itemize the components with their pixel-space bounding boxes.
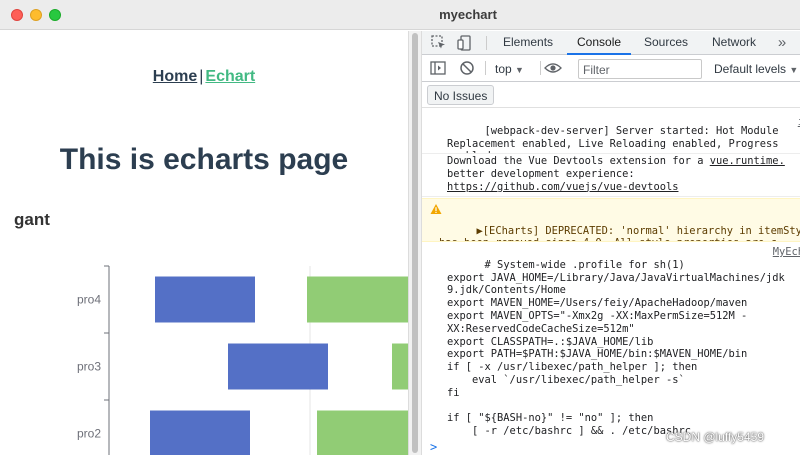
gantt-chart: pro4 pro3 pro2 (77, 265, 408, 455)
clear-console-icon[interactable] (458, 59, 476, 77)
console-message[interactable]: Download the Vue Devtools extension for … (422, 155, 800, 197)
message-source-link[interactable]: MyEch (773, 246, 800, 259)
console-message[interactable]: # System-wide .profile for sh(1) export … (422, 246, 800, 438)
inspect-element-icon[interactable] (430, 34, 448, 52)
gantt-bar (317, 410, 408, 455)
watermark: CSDN @luffy5459 (666, 430, 765, 444)
gantt-bar (150, 410, 250, 455)
tab-sources[interactable]: Sources (644, 35, 688, 49)
gantt-bar (155, 276, 255, 323)
tab-console[interactable]: Console (577, 35, 621, 49)
active-tab-indicator (567, 53, 631, 55)
eye-icon[interactable] (544, 59, 562, 77)
device-toolbar-icon[interactable] (456, 34, 474, 52)
console-warning[interactable]: ▶[ECharts] DEPRECATED: 'normal' hierarch… (422, 198, 800, 242)
devtools-panel: Elements Console Sources Network » top ▼… (422, 31, 800, 455)
chevron-double-right-icon[interactable]: » (773, 34, 791, 52)
log-levels-label: Default levels (714, 62, 787, 76)
toolbar-divider (540, 61, 541, 75)
message-text: # System-wide .profile for sh(1) export … (447, 258, 785, 438)
message-text: Download the Vue Devtools extension for … (447, 155, 710, 167)
chevron-down-icon: ▼ (789, 65, 799, 75)
console-toolbar: top ▼ Filter Default levels ▼ (422, 56, 800, 82)
no-issues-button[interactable]: No Issues (427, 85, 495, 105)
y-axis-label: pro4 (77, 293, 101, 307)
console-messages: [webpack-dev-server] Server started: Hot… (422, 109, 800, 455)
scrollbar-thumb[interactable] (412, 33, 418, 453)
chevron-down-icon: ▼ (515, 65, 524, 75)
tab-divider (486, 36, 487, 50)
console-prompt[interactable]: > (430, 441, 437, 454)
issues-bar: No Issues (422, 83, 800, 108)
toolbar-divider (485, 61, 486, 75)
gantt-bar (392, 343, 408, 390)
gantt-bar (307, 276, 408, 323)
window-title: myechart (439, 7, 497, 22)
vue-devtools-link[interactable]: https://github.com/vuejs/vue-devtools (447, 181, 678, 193)
log-levels-dropdown[interactable]: Default levels ▼ (714, 62, 798, 76)
message-text: [webpack-dev-server] Server started: Hot… (447, 124, 779, 153)
tab-elements[interactable]: Elements (503, 35, 553, 49)
warning-icon (430, 204, 442, 214)
console-message[interactable]: [webpack-dev-server] Server started: Hot… (422, 112, 800, 154)
tab-network[interactable]: Network (712, 35, 756, 49)
gantt-bar (228, 343, 328, 390)
vue-runtime-link[interactable]: vue.runtime. (710, 155, 785, 167)
pane-scrollbar[interactable] (408, 31, 422, 455)
context-label: top (495, 62, 512, 76)
web-page: Home | Echart This is echarts page gant pr… (0, 31, 408, 455)
y-axis-label: pro3 (77, 360, 101, 374)
context-selector[interactable]: top ▼ (495, 62, 524, 76)
sidebar-toggle-icon[interactable] (429, 59, 447, 77)
message-text: better development experience: (447, 167, 635, 180)
console-filter-input[interactable]: Filter (578, 59, 702, 79)
devtools-tab-bar: Elements Console Sources Network » (422, 31, 800, 55)
message-text: ▶[ECharts] DEPRECATED: 'normal' hierarch… (439, 224, 800, 241)
window-titlebar: myechart (0, 0, 800, 30)
y-axis-label: pro2 (77, 427, 101, 441)
